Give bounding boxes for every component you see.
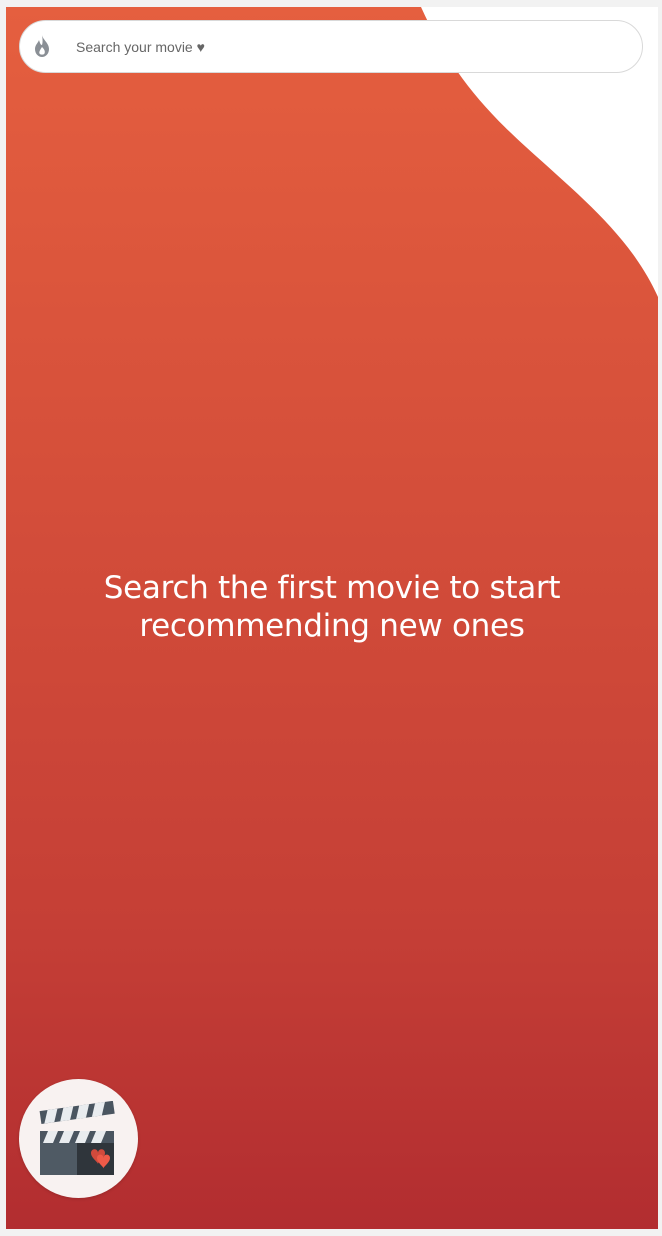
empty-state-line-1: Search the first movie to start (103, 570, 561, 606)
search-input[interactable] (76, 21, 616, 72)
flame-icon (35, 35, 49, 57)
search-bar[interactable] (19, 20, 643, 73)
recommendations-button[interactable] (19, 1079, 138, 1198)
empty-state-message: Search the first movie to start recommen… (6, 569, 658, 645)
app-screen: Search the first movie to start recommen… (6, 7, 658, 1229)
empty-state-line-2: recommending new ones (139, 608, 525, 644)
clapperboard-heart-icon (39, 1101, 115, 1175)
